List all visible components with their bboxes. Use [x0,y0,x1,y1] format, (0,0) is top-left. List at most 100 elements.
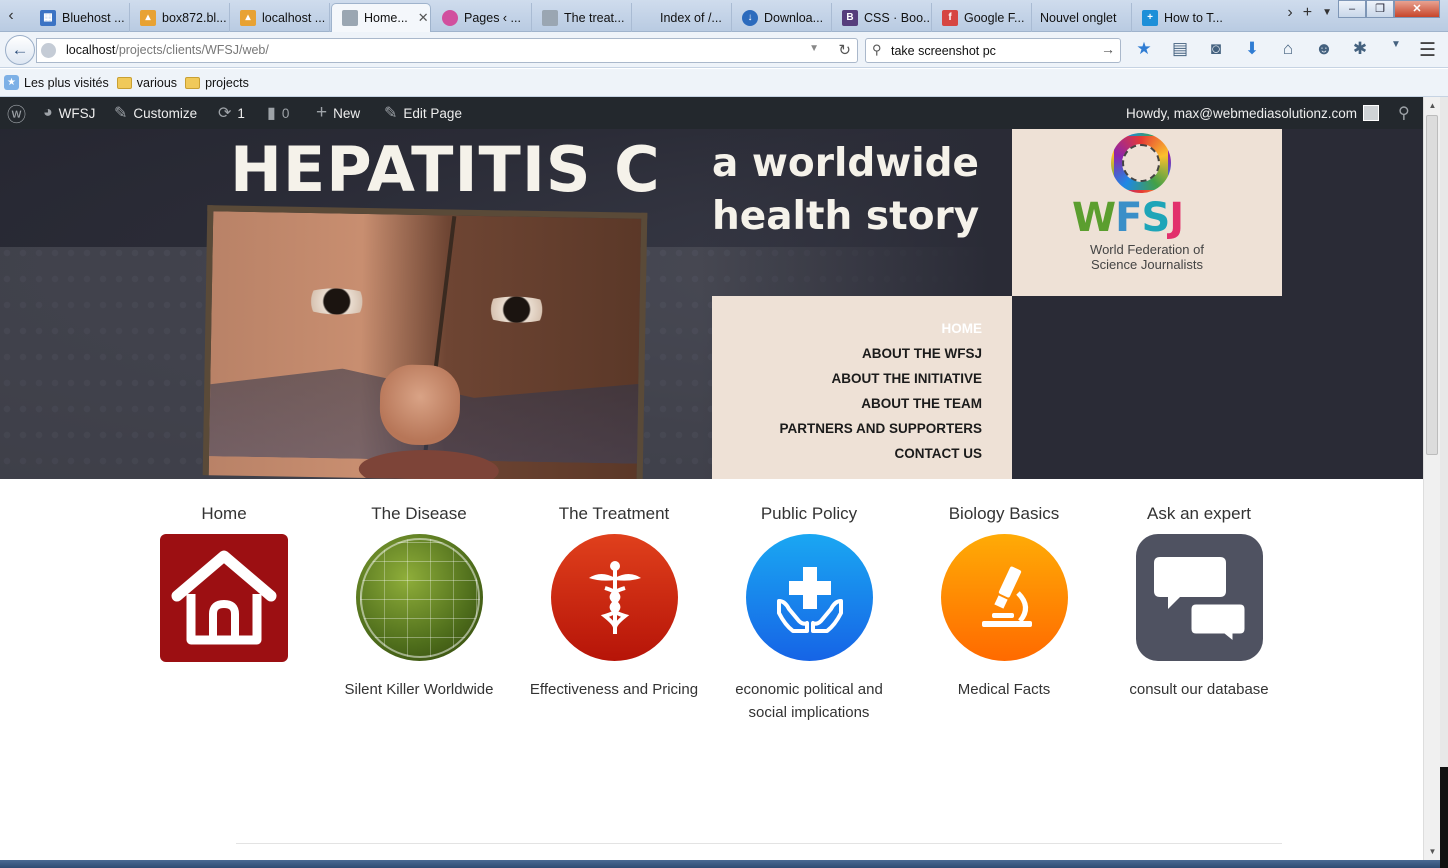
grid-icon: ▦ [40,9,56,26]
tab-new[interactable]: Nouvel onglet [1032,3,1132,32]
scroll-down-icon[interactable]: ▼ [1424,843,1441,860]
tab-index-of[interactable]: Index of /... [632,3,732,32]
tab-scroll-left-icon[interactable]: ‹ [2,4,20,28]
minimize-icon[interactable]: – [1338,0,1366,18]
feature-title[interactable]: The Disease [324,504,514,524]
downloads-icon[interactable]: ⬇ [1241,39,1263,59]
hello-icon[interactable]: ☻ [1313,39,1335,59]
tab-box872[interactable]: ▴ box872.bl... [130,3,230,32]
menu-item-partners[interactable]: PARTNERS AND SUPPORTERS [712,416,982,441]
close-tab-icon[interactable]: ✕ [418,10,429,26]
feature-title[interactable]: Ask an expert [1104,504,1294,524]
menu-item-about-team[interactable]: ABOUT THE TEAM [712,391,982,416]
search-icon: ⚲ [872,42,882,57]
menu-item-about-initiative[interactable]: ABOUT THE INITIATIVE [712,366,983,391]
bookmark-projects[interactable]: projects [185,76,249,90]
feature-desc: Medical Facts [957,681,1051,698]
back-button[interactable]: ← [5,35,35,65]
tab-pages[interactable]: Pages ‹ ... [432,3,532,32]
logo-letter-j: J [1169,195,1184,241]
customize-link[interactable]: ✎ Customize [114,97,197,129]
tab-bluehost[interactable]: ▦ Bluehost ... [30,3,130,32]
caduceus-icon[interactable] [551,534,678,661]
home-icon[interactable]: ⌂ [1277,39,1299,59]
dashboard-icon: ◕ [43,104,53,121]
wfsj-logo[interactable]: WFSJ World Federation of Science Journal… [1012,129,1282,296]
url-text[interactable]: localhost/projects/clients/WFSJ/web/ [66,43,269,57]
wordpress-logo[interactable]: ⓦ [7,97,26,129]
pocket-icon[interactable]: ◙ [1205,39,1227,59]
bookmarks-library-icon[interactable]: ▤ [1169,39,1191,59]
bookmarks-bar: ★ Les plus visités various projects [0,69,1448,97]
comment-icon: ▮ [267,105,276,122]
tab-label: box872.bl... [162,10,227,25]
tab-download[interactable]: ↓ Downloa... [732,3,832,32]
tab-home-active[interactable]: Home... ✕ [331,3,431,32]
feature-title[interactable]: Home [129,504,319,524]
bookmark-most-visited[interactable]: ★ Les plus visités [4,75,109,90]
menu-item-contact[interactable]: CONTACT US [712,441,983,466]
url-history-dropdown-icon[interactable]: ▼ [809,43,819,54]
pencil-icon: ✎ [384,105,398,122]
scroll-up-icon[interactable]: ▲ [1424,97,1441,114]
tab-treatment[interactable]: The treat... [532,3,632,32]
new-content-link[interactable]: + New [316,97,360,129]
globe-icon[interactable] [356,534,483,661]
new-tab-icon[interactable]: + [1303,4,1312,22]
bookmark-various[interactable]: various [116,75,178,90]
overflow-chevron-icon[interactable]: ▼ [1385,39,1407,59]
close-window-icon[interactable]: ✕ [1394,0,1440,18]
tab-label: CSS · Boo... [864,10,932,25]
menu-item-about-wfsj[interactable]: ABOUT THE WFSJ [712,341,982,366]
restore-icon[interactable]: ❐ [1366,0,1394,18]
admin-search[interactable]: ⚲ [1398,97,1410,129]
tab-how-to[interactable]: + How to T... [1132,3,1240,32]
avatar [1363,105,1380,121]
logo-wordmark: WFSJ [1072,195,1184,241]
page-icon [342,10,358,26]
browser-window: { "browser": { "tabs": [ {"label": "Blue… [0,0,1448,868]
chat-bubbles-icon[interactable] [1136,534,1263,661]
tab-label: The treat... [564,10,625,25]
chevron-right-icon[interactable]: › [1287,4,1292,22]
admin-site-link[interactable]: ◕ WFSJ [43,97,95,129]
microscope-icon[interactable] [941,534,1068,661]
url-host: localhost [66,43,116,57]
my-account-link[interactable]: Howdy, max@webmediasolutionz.com [1126,97,1380,129]
tab-localhost[interactable]: ▴ localhost ... [230,3,330,32]
feature-desc: consult our database [1129,681,1269,698]
toolbar-icons: ★ ▤ ◙ ⬇ ⌂ ☻ ✱ ▼ [1133,39,1407,59]
search-go-icon[interactable]: → [1101,41,1115,57]
window-controls: – ❐ ✕ [1338,0,1440,18]
updates-count: 1 [237,105,245,121]
feature-title[interactable]: Biology Basics [909,504,1099,524]
menu-item-home[interactable]: HOME [712,316,983,341]
tab-bootstrap[interactable]: B CSS · Boo... [832,3,932,32]
hero-subtitle: a worldwide health story [712,137,1002,243]
feature-title[interactable]: The Treatment [519,504,709,524]
edit-page-link[interactable]: ✎ Edit Page [384,97,462,129]
addon-icon[interactable]: ✱ [1349,39,1371,59]
bookmark-label: various [136,75,178,90]
house-icon[interactable] [160,534,288,662]
comments-link[interactable]: ▮ 0 [267,97,289,129]
updates-link[interactable]: ⟳ 1 [218,97,245,129]
bookmark-star-icon[interactable]: ★ [1133,39,1155,59]
search-bar[interactable]: ⚲ take screenshot pc → [865,38,1121,63]
nose [379,364,461,446]
wp-icon [442,9,458,26]
hands-cross-icon[interactable] [746,534,873,661]
pma-icon: ▴ [140,9,156,26]
feature-desc: economic political and social implicatio… [735,681,883,721]
search-input[interactable]: take screenshot pc [891,44,996,58]
chevron-down-icon[interactable]: ▼ [1322,4,1332,22]
feature-title[interactable]: Public Policy [714,504,904,524]
page-scrollbar[interactable]: ▲ ▼ [1423,97,1440,860]
url-bar[interactable]: localhost/projects/clients/WFSJ/web/ ▼ ↻ [36,38,858,63]
menu-hamburger-icon[interactable]: ☰ [1419,39,1436,62]
folder-icon [116,76,132,89]
reload-icon[interactable]: ↻ [838,41,851,59]
tab-label: Google F... [964,10,1025,25]
tab-google-fonts[interactable]: f Google F... [932,3,1032,32]
scroll-thumb[interactable] [1426,115,1438,455]
